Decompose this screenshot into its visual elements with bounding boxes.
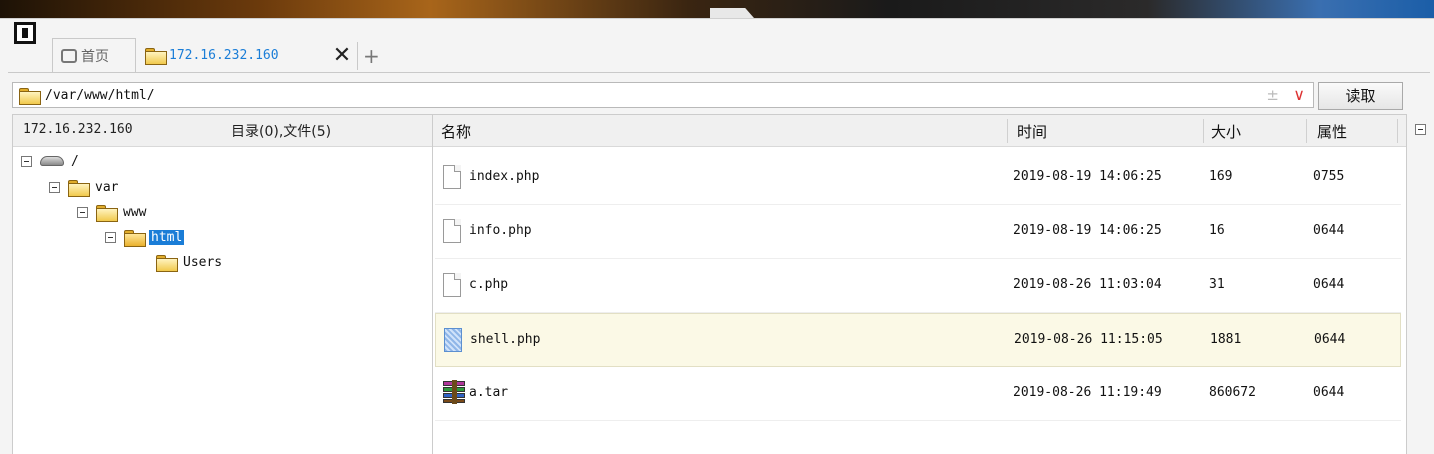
file-name: shell.php [470,332,541,347]
file-icon [443,219,461,243]
column-divider[interactable] [1007,119,1008,143]
file-icon [443,273,461,297]
chevron-down-icon[interactable]: ∨ [1293,83,1305,107]
tree-node-label: var [95,179,119,195]
side-panel-strip [1406,114,1434,454]
folder-icon [145,47,167,65]
file-attr: 0644 [1313,277,1345,292]
dir-file-summary: 目录(0),文件(5) [231,124,332,140]
collapse-icon[interactable] [21,155,32,167]
path-input[interactable]: /var/www/html/ ± ∨ [12,82,1314,108]
tree-node-label: Users [183,254,223,270]
file-row[interactable]: c.php 2019-08-26 11:03:04 31 0644 [435,259,1401,313]
tree-header: 172.16.232.160 目录(0),文件(5) [13,115,432,147]
tree-node-users[interactable]: Users [156,252,224,272]
archive-icon [443,380,465,404]
tab-active-host[interactable]: 172.16.232.160 [137,38,357,72]
file-row[interactable]: info.php 2019-08-19 14:06:25 16 0644 [435,205,1401,259]
file-row-highlighted[interactable]: shell.php 2019-08-26 11:15:05 1881 0644 [435,313,1401,367]
file-size: 31 [1209,277,1225,292]
tree-node-label-selected: html [149,229,185,245]
file-time: 2019-08-19 14:06:25 [1013,169,1162,184]
tree-node-root[interactable]: / [21,151,81,171]
tree-node-var[interactable]: var [49,177,120,197]
file-list-header: 名称 时间 大小 属性 [433,115,1406,147]
column-divider[interactable] [1306,119,1307,143]
folder-icon [68,179,90,197]
tree-node-label: / [71,153,79,169]
path-text: /var/www/html/ [45,87,155,103]
close-tab-icon[interactable]: ✕ [330,44,354,68]
file-size: 16 [1209,223,1225,238]
tree-node-html[interactable]: html [105,227,185,247]
add-tab-icon[interactable]: + [363,44,380,68]
desktop-background [0,0,1434,18]
file-size: 860672 [1209,385,1256,400]
column-header-time[interactable]: 时间 [1017,121,1047,142]
column-divider[interactable] [1397,119,1398,143]
file-attr: 0755 [1313,169,1345,184]
host-ip: 172.16.232.160 [23,122,133,137]
file-time: 2019-08-26 11:19:49 [1013,385,1162,400]
collapse-icon[interactable] [105,231,116,243]
folder-icon [96,204,118,222]
folder-icon [19,87,41,105]
column-header-attr[interactable]: 属性 [1317,121,1347,142]
file-attr: 0644 [1313,385,1345,400]
column-header-name[interactable]: 名称 [441,121,471,142]
php-file-icon [444,328,462,352]
drive-icon [40,156,64,166]
desktop-shape [710,8,754,18]
home-tab-icon [61,48,77,63]
file-size: 1881 [1210,332,1242,347]
folder-icon [156,254,178,272]
file-name: a.tar [469,385,509,400]
plus-minus-icon[interactable]: ± [1266,86,1279,104]
tab-home[interactable]: 首页 [52,38,136,72]
file-time: 2019-08-19 14:06:25 [1013,223,1162,238]
file-name: c.php [469,277,509,292]
collapse-icon[interactable] [77,206,88,218]
read-button[interactable]: 读取 [1318,82,1403,110]
file-time: 2019-08-26 11:03:04 [1013,277,1162,292]
file-attr: 0644 [1314,332,1346,347]
file-time: 2019-08-26 11:15:05 [1014,332,1163,347]
folder-open-icon [124,229,146,247]
file-row[interactable]: a.tar 2019-08-26 11:19:49 860672 0644 [435,367,1401,421]
file-name: index.php [469,169,540,184]
column-divider[interactable] [1203,119,1204,143]
file-attr: 0644 [1313,223,1345,238]
file-row[interactable]: index.php 2019-08-19 14:06:25 169 0755 [435,151,1401,205]
tab-bar-divider [8,72,1430,73]
file-size: 169 [1209,169,1233,184]
collapse-panel-icon[interactable] [1415,124,1426,135]
app-logo-icon [14,22,36,44]
tab-active-label: 172.16.232.160 [169,47,279,63]
tree-node-label: www [123,204,147,220]
collapse-icon[interactable] [49,181,60,193]
file-list-panel: 名称 时间 大小 属性 index.php 2019-08-19 14:06:2… [432,114,1406,454]
tab-divider [357,42,358,70]
column-header-size[interactable]: 大小 [1211,121,1241,142]
directory-tree-panel: 172.16.232.160 目录(0),文件(5) / var www htm… [12,114,432,454]
tree-node-www[interactable]: www [77,202,148,222]
file-icon [443,165,461,189]
tab-home-label: 首页 [81,48,109,65]
file-name: info.php [469,223,532,238]
